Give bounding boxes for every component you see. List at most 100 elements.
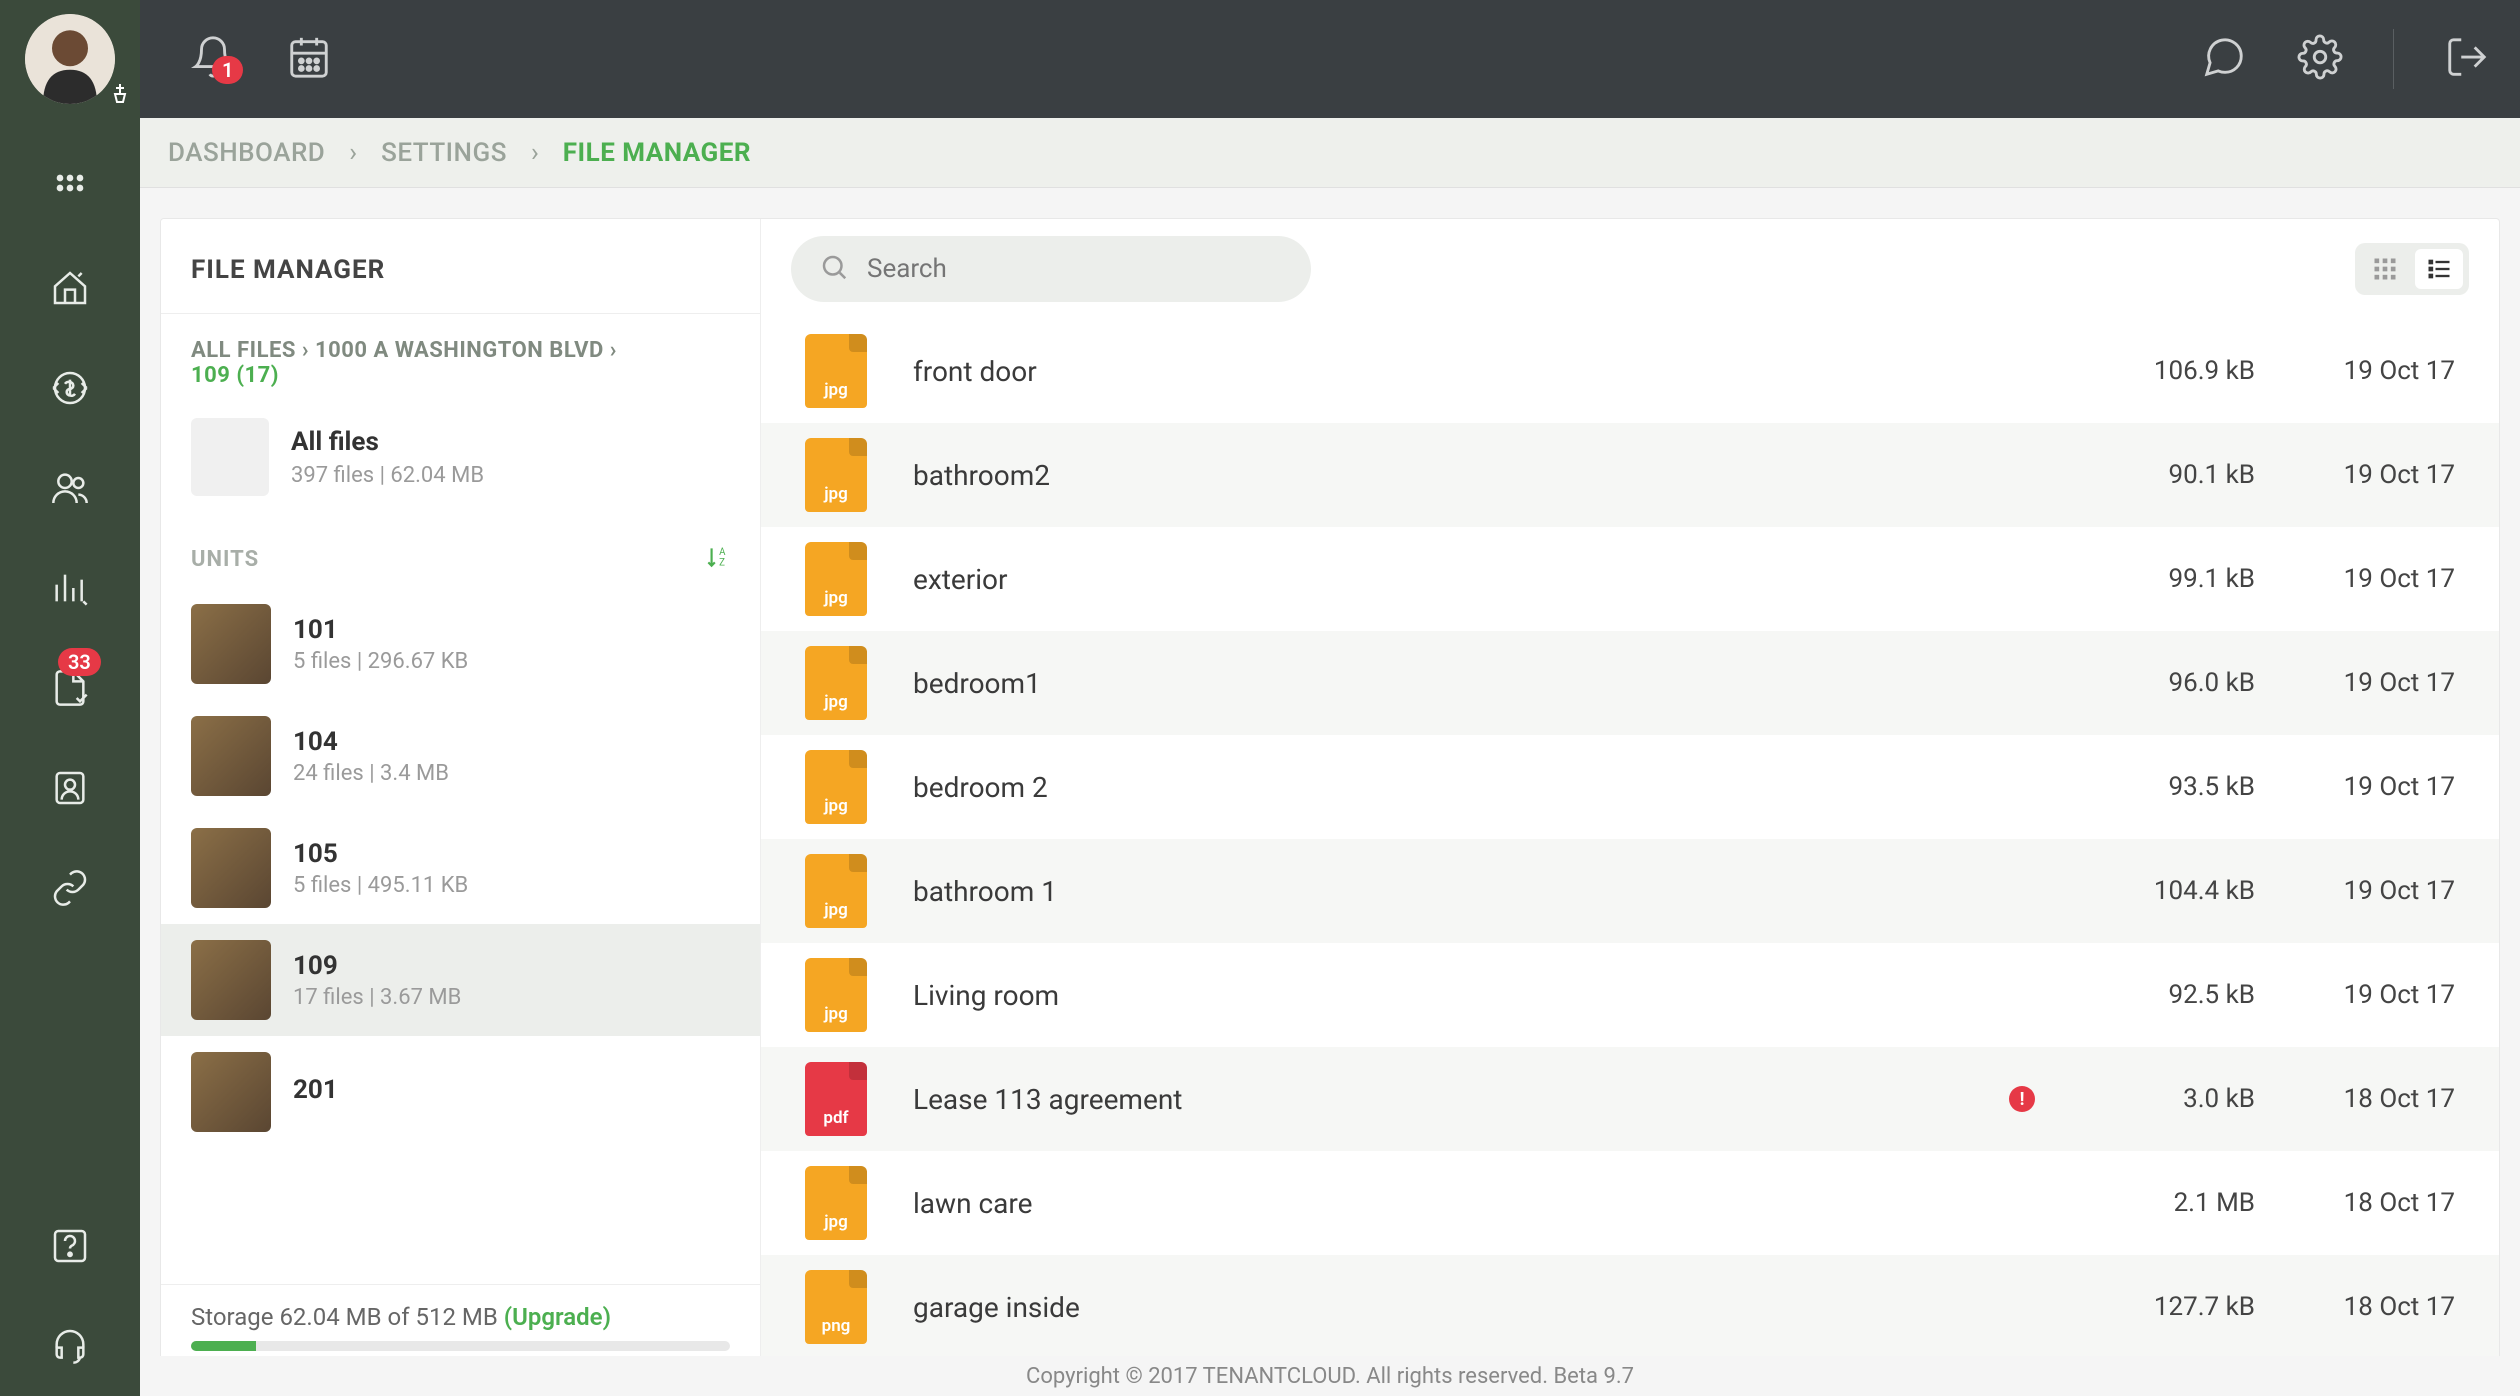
unit-list: 1015 files | 296.67 KB 104 24 files | 3.4 … (161, 588, 760, 1365)
path-current: 109 (17) (191, 363, 279, 388)
unit-name: 201 (293, 1075, 338, 1105)
rail-contacts-icon[interactable] (0, 738, 140, 838)
unit-name: 101 (293, 615, 468, 645)
unit-name: 104 (293, 727, 449, 757)
rail-documents-icon[interactable]: 33 (0, 638, 140, 738)
main-panel: FILE MANAGER ALL FILES › 1000 A WASHINGT… (160, 218, 2500, 1366)
chevron-right-icon: › (349, 138, 357, 168)
file-size: 104.4 kB (2065, 876, 2255, 906)
unit-meta: 5 files | 495.11 KB (293, 873, 468, 898)
file-warning-icon: ! (2009, 1086, 2035, 1112)
file-date: 19 Oct 17 (2255, 460, 2455, 490)
file-date: 19 Oct 17 (2255, 564, 2455, 594)
file-name: bathroom 1 (913, 875, 2065, 908)
svg-text:A: A (719, 547, 726, 558)
unit-item[interactable]: 201 (161, 1036, 760, 1148)
file-row[interactable]: jpg lawn care2.1 MB18 Oct 17 (761, 1151, 2499, 1255)
logout-icon[interactable] (2444, 34, 2490, 84)
file-size: 127.7 kB (2065, 1292, 2255, 1322)
left-rail: 33 (0, 118, 140, 1396)
rail-home-icon[interactable] (0, 238, 140, 338)
rail-reports-icon[interactable] (0, 538, 140, 638)
topbar: 1 (0, 0, 2520, 118)
upgrade-link[interactable]: (Upgrade) (504, 1303, 611, 1331)
crumb-settings[interactable]: SETTINGS (381, 138, 507, 168)
file-type-icon: jpg (805, 1166, 867, 1240)
file-type-icon: pdf (805, 1062, 867, 1136)
file-date: 18 Oct 17 (2255, 1084, 2455, 1114)
file-name: front door (913, 355, 2065, 388)
rail-link-icon[interactable] (0, 838, 140, 938)
file-row[interactable]: jpgbedroom 293.5 kB19 Oct 17 (761, 735, 2499, 839)
file-type-icon: jpg (805, 854, 867, 928)
file-row[interactable]: jpgexterior99.1 kB19 Oct 17 (761, 527, 2499, 631)
file-size: 93.5 kB (2065, 772, 2255, 802)
rail-help-icon[interactable] (0, 1196, 140, 1296)
file-size: 99.1 kB (2065, 564, 2255, 594)
top-right-icons (2201, 29, 2490, 89)
file-type-icon: png (805, 1270, 867, 1344)
view-toggle (2355, 243, 2469, 295)
unit-thumb (191, 716, 271, 796)
file-type-icon: jpg (805, 542, 867, 616)
file-row[interactable]: jpgbathroom290.1 kB19 Oct 17 (761, 423, 2499, 527)
file-name: bedroom1 (913, 667, 2065, 700)
sidepanel-title: FILE MANAGER (191, 255, 730, 285)
file-row[interactable]: jpg bathroom 1104.4 kB19 Oct 17 (761, 839, 2499, 943)
file-date: 18 Oct 17 (2255, 1188, 2455, 1218)
unit-meta: 24 files | 3.4 MB (293, 761, 449, 786)
sort-az-icon[interactable]: AZ (704, 544, 730, 574)
file-date: 19 Oct 17 (2255, 980, 2455, 1010)
file-type-icon: jpg (805, 750, 867, 824)
pin-icon[interactable] (108, 82, 132, 110)
storage-fill (191, 1341, 256, 1351)
path-root[interactable]: ALL FILES (191, 338, 296, 363)
file-row[interactable]: jpgfront door106.9 kB19 Oct 17 (761, 319, 2499, 423)
unit-item[interactable]: 1015 files | 296.67 KB (161, 588, 760, 700)
view-grid-button[interactable] (2361, 249, 2409, 289)
unit-item[interactable]: 104 24 files | 3.4 MB (161, 700, 760, 812)
file-area: jpgfront door106.9 kB19 Oct 17jpgbathroo… (761, 219, 2499, 1365)
sidepanel: FILE MANAGER ALL FILES › 1000 A WASHINGT… (161, 219, 761, 1365)
unit-thumb (191, 940, 271, 1020)
allfiles-item[interactable]: All files 397 files | 62.04 MB (161, 398, 760, 516)
unit-thumb (191, 1052, 271, 1132)
file-type-icon: jpg (805, 334, 867, 408)
units-header: UNITS AZ (161, 516, 760, 588)
unit-name: 105 (293, 839, 468, 869)
crumb-dashboard[interactable]: DASHBOARD (168, 138, 325, 168)
file-date: 19 Oct 17 (2255, 876, 2455, 906)
file-row[interactable]: jpgbedroom196.0 kB19 Oct 17 (761, 631, 2499, 735)
top-left-icons: 1 (190, 34, 332, 84)
view-list-button[interactable] (2415, 249, 2463, 289)
file-name: lawn care (913, 1187, 2065, 1220)
unit-meta: 17 files | 3.67 MB (293, 985, 461, 1010)
avatar[interactable] (25, 14, 115, 104)
units-label: UNITS (191, 547, 259, 572)
notifications-icon[interactable]: 1 (190, 34, 236, 84)
file-name: bedroom 2 (913, 771, 2065, 804)
rail-transactions-icon[interactable] (0, 338, 140, 438)
allfiles-label: All files (291, 427, 484, 457)
search-box[interactable] (791, 236, 1311, 302)
rail-support-icon[interactable] (0, 1296, 140, 1396)
rail-people-icon[interactable] (0, 438, 140, 538)
path-mid[interactable]: 1000 A WASHINGTON BLVD (315, 338, 604, 363)
unit-item[interactable]: 105 5 files | 495.11 KB (161, 812, 760, 924)
unit-item[interactable]: 10917 files | 3.67 MB (161, 924, 760, 1036)
rail-dashboard-icon[interactable] (0, 138, 140, 238)
file-size: 2.1 MB (2065, 1188, 2255, 1218)
file-row[interactable]: pnggarage inside127.7 kB18 Oct 17 (761, 1255, 2499, 1359)
chat-icon[interactable] (2201, 34, 2247, 84)
calendar-icon[interactable] (286, 34, 332, 84)
search-input[interactable] (867, 254, 1283, 284)
file-row[interactable]: jpgLiving room92.5 kB19 Oct 17 (761, 943, 2499, 1047)
allfiles-thumb (191, 418, 269, 496)
file-row[interactable]: pdfLease 113 agreement!3.0 kB18 Oct 17 (761, 1047, 2499, 1151)
svg-text:Z: Z (719, 558, 725, 569)
sidepanel-header: FILE MANAGER (161, 219, 760, 314)
settings-icon[interactable] (2297, 34, 2343, 84)
divider (2393, 29, 2394, 89)
avatar-container[interactable] (0, 0, 140, 118)
unit-thumb (191, 828, 271, 908)
